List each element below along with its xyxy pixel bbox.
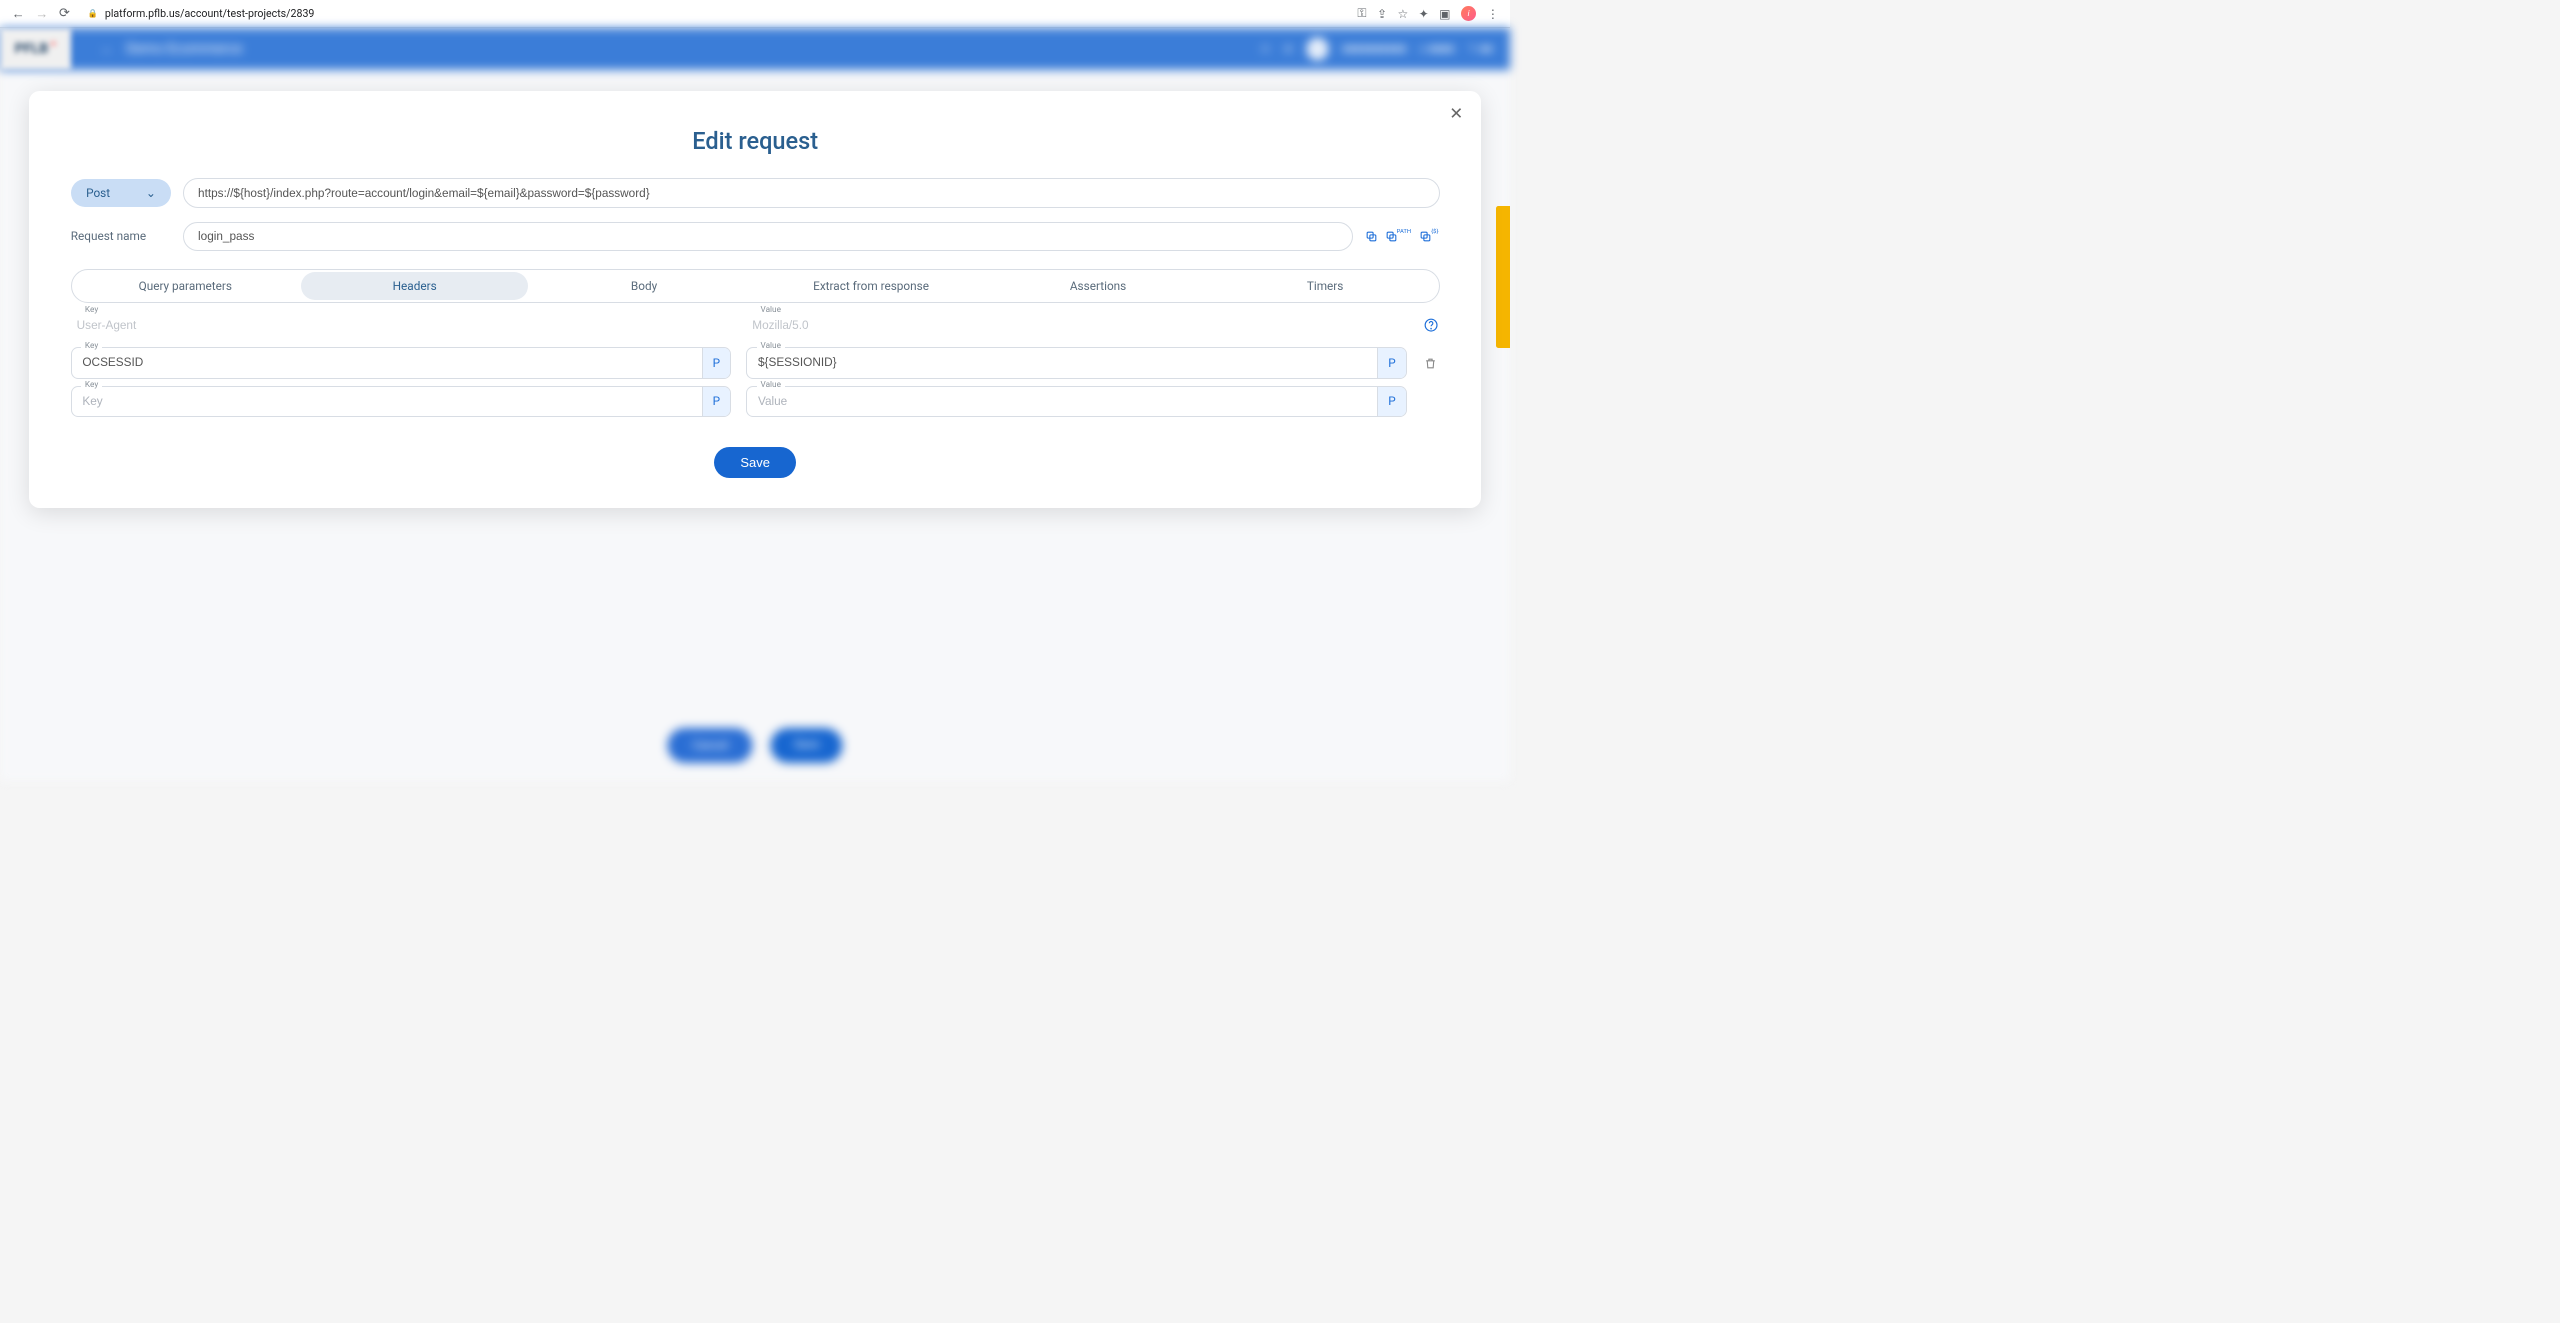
forward-icon: →	[35, 6, 48, 22]
header-value-input-1[interactable]	[747, 348, 1377, 378]
lock-icon: 🔒	[88, 9, 98, 19]
param-button[interactable]: P	[702, 348, 730, 378]
bg-cancel-button: Cancel	[668, 728, 753, 763]
http-method-select[interactable]: Post ⌄	[71, 179, 171, 207]
header-row: Key P Value P	[71, 386, 1440, 418]
delete-row-icon[interactable]	[1422, 349, 1440, 378]
param-button[interactable]: P	[1377, 387, 1405, 417]
url-text: platform.pflb.us/account/test-projects/2…	[105, 7, 315, 20]
app-header: ← Demo Ecommerce ⊙⊕ ● ■■■■■■■■■■ ▸ ■■■■ …	[0, 28, 1510, 69]
header-key-input-0	[71, 311, 731, 341]
copy-variable-button[interactable]: {$}	[1419, 230, 1439, 243]
row-action-placeholder	[1422, 388, 1440, 417]
key-label: Key	[81, 341, 101, 351]
value-label: Value	[757, 305, 785, 315]
back-icon[interactable]: ←	[12, 6, 25, 22]
copy-button[interactable]	[1365, 230, 1378, 243]
feedback-ribbon[interactable]	[1496, 206, 1510, 348]
logo: PFLB✦	[0, 28, 71, 69]
key-icon[interactable]: ⚿	[1357, 6, 1366, 21]
header-key-input-1[interactable]	[72, 348, 702, 378]
request-url-input[interactable]	[183, 178, 1440, 207]
key-label: Key	[81, 305, 101, 315]
headers-section: Key Value Key P	[71, 311, 1440, 418]
more-icon[interactable]: ⋮	[1487, 7, 1499, 21]
header-value-input-0	[746, 311, 1406, 341]
star-icon[interactable]: ☆	[1397, 7, 1408, 21]
profile-avatar[interactable]: i	[1461, 6, 1476, 21]
help-icon[interactable]	[1422, 311, 1440, 340]
extensions-icon[interactable]: ✦	[1419, 7, 1429, 21]
method-value: Post	[86, 186, 110, 200]
nav-buttons: ← → ⟳	[12, 6, 70, 22]
key-label: Key	[81, 380, 101, 390]
tab-body[interactable]: Body	[531, 270, 758, 303]
tab-query-parameters[interactable]: Query parameters	[72, 270, 299, 303]
share-icon[interactable]: ⇪	[1377, 7, 1387, 21]
param-button[interactable]: P	[702, 387, 730, 417]
request-tabs: Query parameters Headers Body Extract fr…	[71, 269, 1440, 304]
tab-headers[interactable]: Headers	[301, 272, 528, 300]
tab-extract[interactable]: Extract from response	[758, 270, 985, 303]
window-icon[interactable]: ▣	[1439, 7, 1450, 21]
save-button[interactable]: Save	[714, 447, 795, 479]
modal-title: Edit request	[71, 127, 1440, 155]
url-bar[interactable]: 🔒 platform.pflb.us/account/test-projects…	[82, 7, 1346, 20]
header-row: Key Value	[71, 311, 1440, 341]
chrome-actions: ⚿ ⇪ ☆ ✦ ▣ i ⋮	[1357, 6, 1498, 21]
header-title: Demo Ecommerce	[126, 41, 242, 57]
request-name-input[interactable]	[183, 222, 1353, 251]
edit-request-modal: ✕ Edit request Post ⌄ Request name PATH …	[29, 91, 1480, 507]
bg-save-button: Save	[770, 728, 842, 763]
tab-assertions[interactable]: Assertions	[985, 270, 1212, 303]
reload-icon[interactable]: ⟳	[59, 6, 70, 21]
request-name-label: Request name	[71, 229, 171, 243]
logo-text: PFLB	[15, 41, 49, 57]
value-label: Value	[757, 380, 785, 390]
header-row: Key P Value P	[71, 347, 1440, 379]
copy-path-button[interactable]: PATH	[1385, 230, 1412, 243]
param-button[interactable]: P	[1377, 348, 1405, 378]
header-value-input-2[interactable]	[747, 387, 1377, 417]
value-label: Value	[757, 341, 785, 351]
header-key-input-2[interactable]	[72, 387, 702, 417]
tab-timers[interactable]: Timers	[1212, 270, 1439, 303]
close-icon[interactable]: ✕	[1449, 104, 1463, 124]
chevron-down-icon: ⌄	[146, 186, 156, 200]
browser-chrome: ← → ⟳ 🔒 platform.pflb.us/account/test-pr…	[0, 0, 1510, 28]
